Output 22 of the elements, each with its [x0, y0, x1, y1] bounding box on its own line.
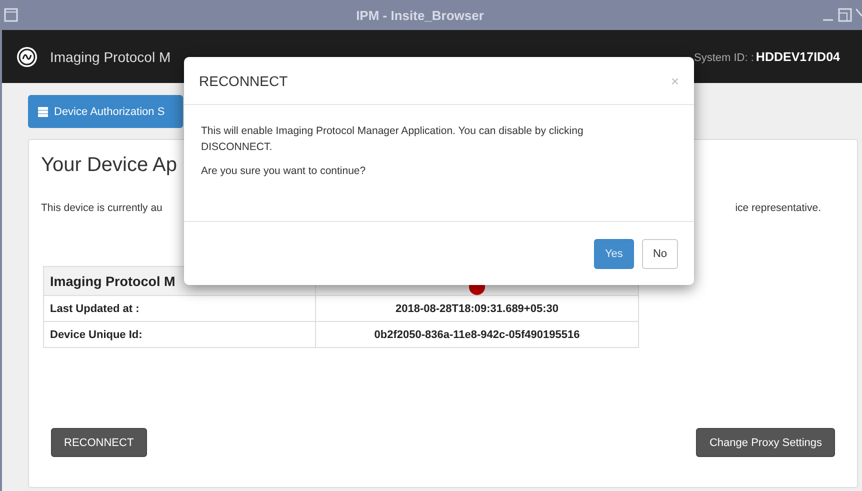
table-cell: 0b2f2050-836a-11e8-942c-05f490195516	[316, 322, 638, 348]
logo-icon	[16, 46, 38, 68]
app-name: Imaging Protocol M	[50, 48, 171, 64]
page-heading: Your Device Ap	[41, 154, 178, 177]
description-text: This device is currently au	[41, 202, 162, 214]
window-icon	[4, 8, 18, 22]
system-id-label: System ID: :	[694, 52, 754, 64]
no-button[interactable]: No	[642, 238, 678, 268]
maximize-icon[interactable]	[838, 8, 852, 22]
description-text: ice representative.	[735, 202, 821, 214]
table-cell: Device Unique Id:	[44, 322, 316, 348]
reconnect-button[interactable]: RECONNECT	[51, 428, 147, 457]
system-id: HDDEV17ID04	[756, 50, 840, 64]
table-cell: Last Updated at :	[44, 296, 316, 322]
dialog-title: RECONNECT	[199, 72, 288, 88]
window-title: IPM - Insite_Browser	[356, 8, 484, 22]
server-icon	[38, 106, 48, 116]
tab[interactable]: Device Authorization S	[28, 95, 183, 128]
table-cell: 2018-08-28T18:09:31.689+05:30	[316, 296, 638, 322]
dialog-question: Are you sure you want to continue?	[201, 164, 367, 179]
dialog-message: This will enable Imaging Protocol Manager Application. You can disable by clicking DISCONNECT.	[201, 124, 584, 155]
proxy-settings-button[interactable]: Change Proxy Settings	[696, 428, 835, 457]
